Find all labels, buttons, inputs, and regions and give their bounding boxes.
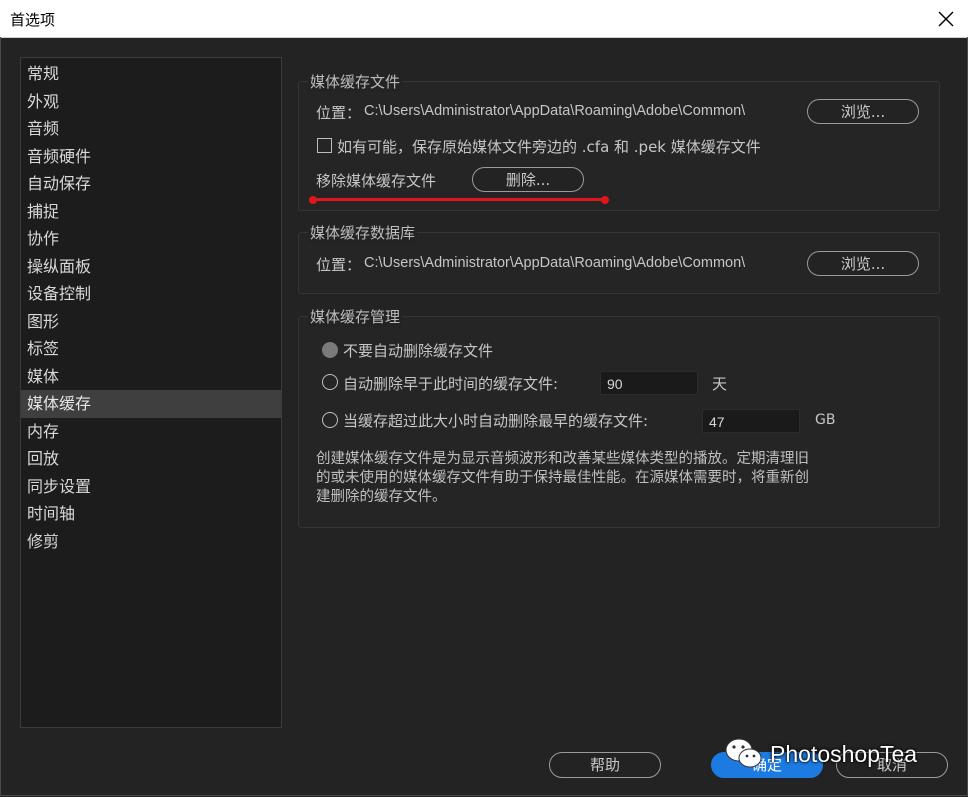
close-icon	[938, 11, 954, 27]
radio-delete-size[interactable]	[322, 412, 338, 428]
save-next-to-media-label: 如有可能，保存原始媒体文件旁边的 .cfa 和 .pek 媒体缓存文件	[337, 138, 761, 156]
size-gb-input[interactable]: 47	[702, 409, 800, 433]
sidebar-item[interactable]: 外观	[21, 88, 281, 116]
browse-cache-db-button[interactable]: 浏览...	[807, 251, 919, 276]
annotation-dot-left	[309, 196, 317, 204]
size-unit-label: GB	[815, 412, 836, 428]
media-cache-files-title: 媒体缓存文件	[308, 71, 403, 92]
sidebar-item[interactable]: 时间轴	[21, 500, 281, 528]
sidebar-item[interactable]: 媒体	[21, 363, 281, 391]
sidebar-item[interactable]: 图形	[21, 308, 281, 336]
location-label: 位置：	[316, 104, 362, 122]
sidebar-item[interactable]: 同步设置	[21, 473, 281, 501]
sidebar-item[interactable]: 协作	[21, 225, 281, 253]
older-days-input[interactable]: 90	[600, 371, 698, 395]
browse-cache-files-button[interactable]: 浏览...	[807, 99, 919, 124]
media-cache-db-title: 媒体缓存数据库	[308, 222, 418, 243]
older-unit-label: 天	[712, 375, 728, 393]
delete-size-label: 当缓存超过此大小时自动删除最早的缓存文件:	[343, 412, 649, 430]
annotation-underline	[312, 198, 606, 201]
db-location-path: C:\Users\Administrator\AppData\Roaming\A…	[364, 255, 746, 271]
location-path: C:\Users\Administrator\AppData\Roaming\A…	[364, 103, 746, 119]
sidebar-item[interactable]: 回放	[21, 445, 281, 473]
radio-delete-older[interactable]	[322, 374, 338, 390]
cache-description: 创建媒体缓存文件是为显示音频波形和改善某些媒体类型的播放。定期清理旧的或未使用的…	[316, 451, 809, 505]
sidebar-item[interactable]: 设备控制	[21, 280, 281, 308]
sidebar-item[interactable]: 修剪	[21, 528, 281, 556]
db-location-label: 位置：	[316, 256, 362, 274]
dialog-title-bar: 首选项	[0, 0, 968, 38]
sidebar-item[interactable]: 捕捉	[21, 198, 281, 226]
watermark: PhotoshopTea	[724, 734, 917, 774]
sidebar-item[interactable]: 标签	[21, 335, 281, 363]
sidebar-item[interactable]: 音频	[21, 115, 281, 143]
preferences-sidebar: 常规 外观 音频 音频硬件 自动保存 捕捉 协作 操纵面板 设备控制 图形 标签 媒体 媒体缓存 内存 回放…	[20, 57, 282, 728]
wechat-icon	[725, 738, 762, 768]
close-button[interactable]	[934, 7, 958, 31]
sidebar-item[interactable]: 自动保存	[21, 170, 281, 198]
remove-cache-label: 移除媒体缓存文件	[316, 172, 437, 190]
never-delete-label: 不要自动删除缓存文件	[343, 342, 494, 360]
delete-older-label: 自动删除早于此时间的缓存文件:	[343, 375, 559, 393]
sidebar-item[interactable]: 媒体缓存	[21, 390, 281, 418]
media-cache-management-title: 媒体缓存管理	[308, 306, 403, 327]
save-next-to-media-checkbox[interactable]	[317, 138, 332, 153]
annotation-dot-right	[601, 196, 609, 204]
delete-cache-button[interactable]: 删除...	[472, 167, 584, 192]
watermark-text: PhotoshopTea	[770, 740, 918, 767]
sidebar-item[interactable]: 音频硬件	[21, 143, 281, 171]
radio-never-delete[interactable]	[322, 342, 338, 358]
sidebar-item[interactable]: 内存	[21, 418, 281, 446]
sidebar-item[interactable]: 常规	[21, 60, 281, 88]
sidebar-item[interactable]: 操纵面板	[21, 253, 281, 281]
sidebar-list: 常规 外观 音频 音频硬件 自动保存 捕捉 协作 操纵面板 设备控制 图形 标签 媒体 媒体缓存 内存 回放…	[21, 58, 281, 555]
dialog-title: 首选项	[10, 11, 56, 29]
help-button[interactable]: 帮助	[549, 752, 661, 778]
